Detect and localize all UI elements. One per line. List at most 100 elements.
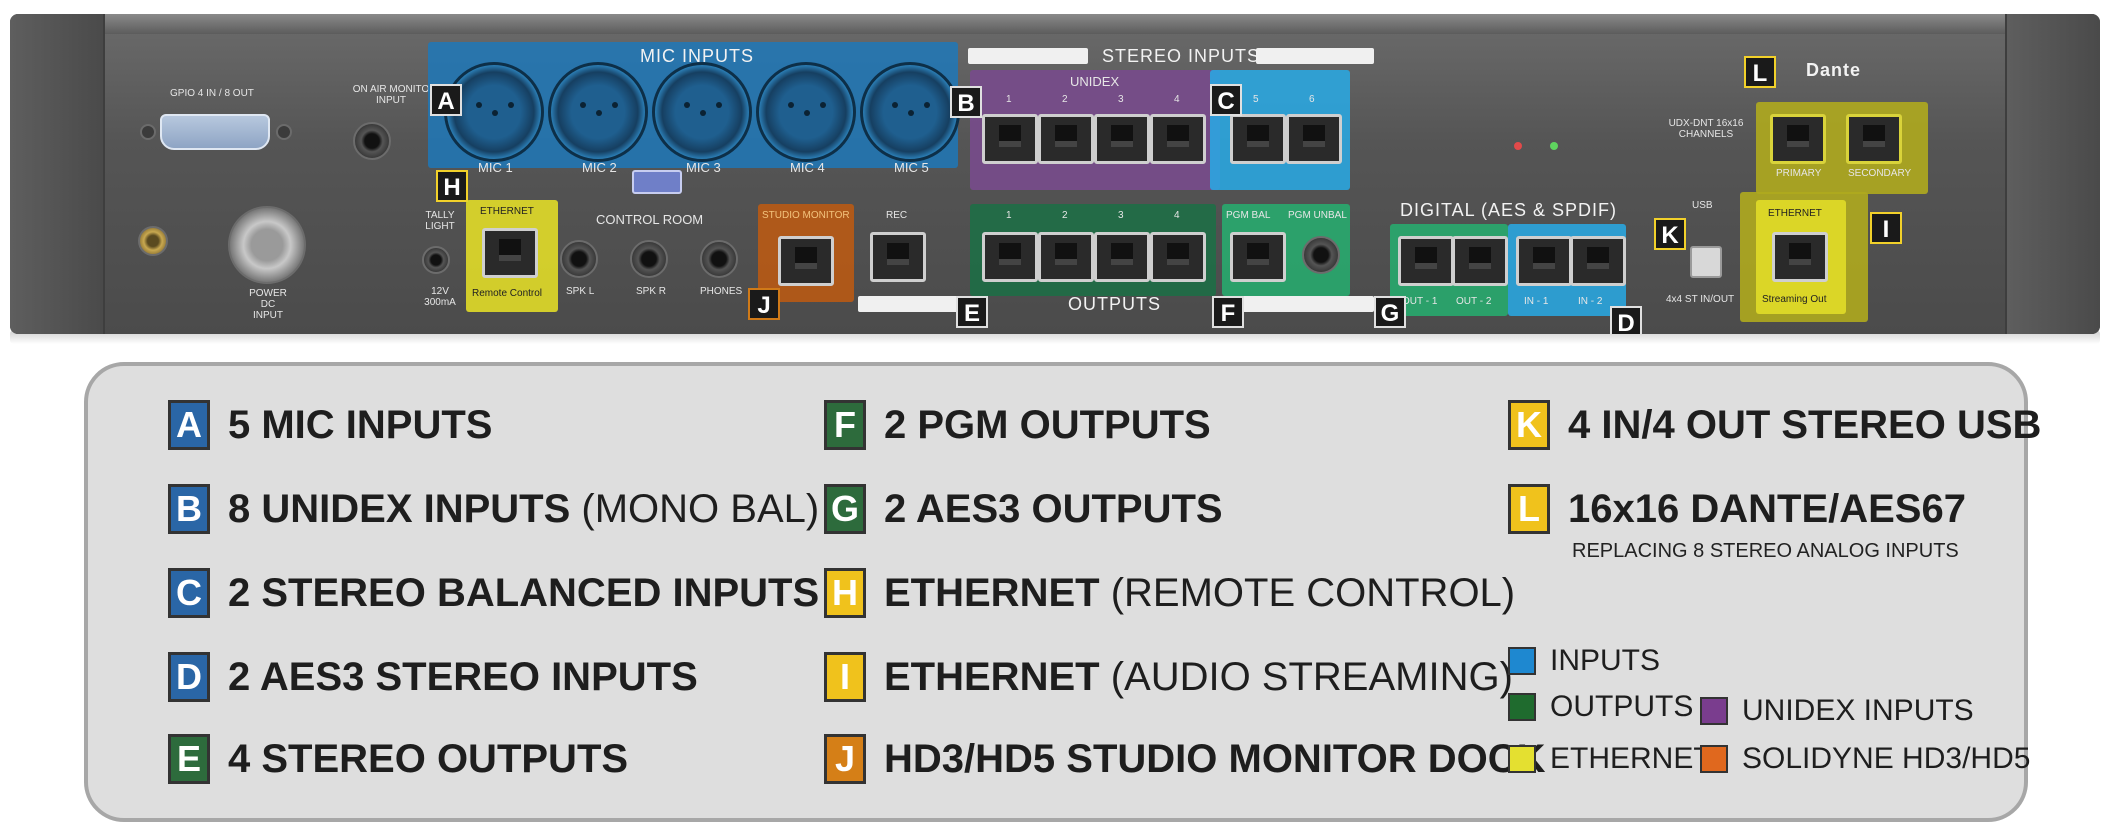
unidex-num-2: 2	[1062, 94, 1068, 105]
legend-item-b: B 8 UNIDEX INPUTS (MONO BAL)	[168, 484, 819, 534]
output-num-2: 2	[1062, 210, 1068, 221]
unidex-label: UNIDEX	[1070, 74, 1120, 89]
callout-b: B	[950, 86, 982, 118]
output-port-2	[1038, 232, 1094, 282]
legend-item-h: H ETHERNET (REMOTE CONTROL)	[824, 568, 1515, 618]
stereo-num-5: 5	[1253, 94, 1259, 105]
dante-secondary-label: SECONDARY	[1848, 168, 1912, 179]
output-num-4: 4	[1174, 210, 1180, 221]
aes-in-1-label: IN - 1	[1524, 296, 1549, 307]
gpio-connector	[160, 114, 270, 150]
gpio-screw-right	[276, 124, 292, 140]
swatch-inputs-label: INPUTS	[1550, 644, 1661, 677]
tally-power: 12V 300mA	[424, 286, 456, 308]
on-air-label: ON AIR MONITO INPUT	[352, 84, 430, 106]
aes-out-1-port	[1398, 236, 1454, 286]
output-port-4	[1150, 232, 1206, 282]
legend-badge-c: C	[168, 568, 210, 618]
output-port-1	[982, 232, 1038, 282]
aes-in-1-port	[1516, 236, 1572, 286]
dante-logo: Dante	[1806, 60, 1862, 80]
output-num-3: 3	[1118, 210, 1124, 221]
swatch-ethernet: ETHERNET	[1508, 742, 1712, 776]
legend-text-c: 2 STEREO BALANCED INPUTS	[228, 570, 820, 615]
unidex-port-4	[1150, 114, 1206, 164]
udx-label: UDX-DNT 16x16 CHANNELS	[1668, 118, 1744, 140]
dante-primary-label: PRIMARY	[1776, 168, 1822, 179]
callout-k: K	[1654, 218, 1686, 250]
unidex-num-1: 1	[1006, 94, 1012, 105]
swatch-hd3-label: SOLIDYNE HD3/HD5	[1742, 742, 2031, 775]
legend-item-i: I ETHERNET (AUDIO STREAMING)	[824, 652, 1513, 702]
mic-label-5: MIC 5	[894, 160, 929, 175]
legend-item-a: A 5 MIC INPUTS	[168, 400, 492, 450]
remote-control-port	[482, 228, 538, 278]
usb-label: USB	[1692, 200, 1713, 211]
legend-text-j: HD3/HD5 STUDIO MONITOR DOCK	[884, 736, 1546, 781]
unidex-num-4: 4	[1174, 94, 1180, 105]
legend-badge-g: G	[824, 484, 866, 534]
swatch-hd3: SOLIDYNE HD3/HD5	[1700, 742, 2030, 776]
callout-f: F	[1212, 296, 1244, 328]
usb-port	[1690, 246, 1722, 278]
legend-badge-j: J	[824, 734, 866, 784]
stereo-num-6: 6	[1309, 94, 1315, 105]
dante-secondary-port	[1846, 114, 1902, 164]
legend-badge-d: D	[168, 652, 210, 702]
mic-label-2: MIC 2	[582, 160, 617, 175]
device-back-panel: GPIO 4 IN / 8 OUT ON AIR MONITO INPUT MI…	[10, 14, 2100, 334]
legend-item-d: D 2 AES3 STEREO INPUTS	[168, 652, 698, 702]
legend-text-a: 5 MIC INPUTS	[228, 402, 493, 447]
legend-item-f: F 2 PGM OUTPUTS	[824, 400, 1211, 450]
aes-out-2-label: OUT - 2	[1456, 296, 1492, 307]
legend-text-e: 4 STEREO OUTPUTS	[228, 736, 629, 781]
remote-control-label: Remote Control	[472, 288, 543, 299]
legend-text-k: 4 IN/4 OUT STEREO USB	[1568, 402, 2042, 447]
spk-r-jack	[630, 240, 668, 278]
studio-monitor-label: STUDIO MONITOR	[762, 210, 850, 221]
callout-l: L	[1744, 56, 1776, 88]
aes-out-2-port	[1452, 236, 1508, 286]
pgm-unbal-jack	[1302, 236, 1340, 274]
control-room-label: CONTROL ROOM	[596, 212, 704, 227]
swatch-outputs-label: OUTPUTS	[1550, 690, 1694, 723]
legend-text-h: ETHERNET (REMOTE CONTROL)	[884, 570, 1516, 615]
pgm-bal-label: PGM BAL	[1226, 210, 1271, 221]
ground-post	[138, 226, 168, 256]
legend-text-d: 2 AES3 STEREO INPUTS	[228, 654, 698, 699]
pgm-unbal-label: PGM UNBAL	[1288, 210, 1347, 221]
aes-out-1-label: OUT - 1	[1402, 296, 1438, 307]
streaming-out-label: Streaming Out	[1762, 294, 1827, 305]
gpio-screw-left	[140, 124, 156, 140]
stereo-bar-right	[1256, 48, 1374, 64]
mic-label-4: MIC 4	[790, 160, 825, 175]
stereo-bar-left	[968, 48, 1088, 64]
rec-label: REC	[886, 210, 908, 221]
outputs-title: OUTPUTS	[1068, 294, 1162, 314]
swatch-ethernet-color	[1508, 745, 1536, 773]
phones-label: PHONES	[700, 286, 743, 297]
power-connector	[228, 206, 306, 284]
callout-a: A	[430, 84, 462, 116]
tally-jack	[422, 246, 450, 274]
rack-ear-right	[2005, 14, 2100, 334]
stereo-port-6	[1286, 114, 1342, 164]
legend-item-e: E 4 STEREO OUTPUTS	[168, 734, 628, 784]
output-port-3	[1094, 232, 1150, 282]
swatch-hd3-color	[1700, 745, 1728, 773]
dip-switch	[632, 170, 682, 194]
callout-e: E	[956, 296, 988, 328]
swatch-unidex-label: UNIDEX INPUTS	[1742, 694, 1974, 727]
led-green	[1550, 142, 1558, 150]
legend-text-l: 16x16 DANTE/AES67	[1568, 486, 1966, 531]
unidex-port-2	[1038, 114, 1094, 164]
legend-badge-h: H	[824, 568, 866, 618]
digital-label: DIGITAL (AES & SPDIF)	[1400, 200, 1618, 220]
gpio-label: GPIO 4 IN / 8 OUT	[170, 88, 254, 99]
legend-item-k: K 4 IN/4 OUT STEREO USB	[1508, 400, 2041, 450]
callout-h: H	[436, 170, 468, 202]
legend-badge-e: E	[168, 734, 210, 784]
callout-c: C	[1210, 84, 1242, 116]
streaming-ethernet-label: ETHERNET	[1768, 208, 1822, 219]
phones-jack	[700, 240, 738, 278]
